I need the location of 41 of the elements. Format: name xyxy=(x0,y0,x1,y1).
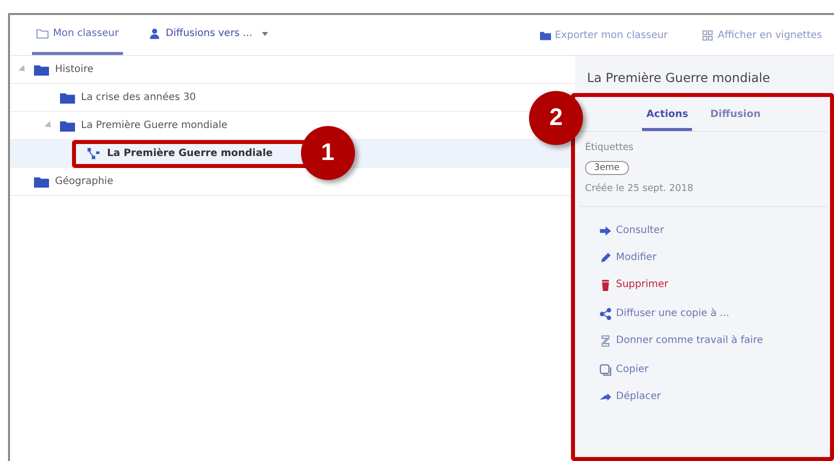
caret-icon xyxy=(262,32,268,36)
created-date: Créée le 25 sept. 2018 xyxy=(585,183,694,194)
action-link[interactable]: Déplacer xyxy=(616,391,661,402)
diagram-icon xyxy=(86,148,101,160)
toolbar-button[interactable]: Exporter mon classeur xyxy=(532,15,674,55)
action-link[interactable]: Copier xyxy=(616,364,648,375)
view-tab[interactable]: Diffusions vers ... xyxy=(144,15,272,55)
tree-item[interactable]: La crise des années 30 xyxy=(81,92,196,103)
action-link[interactable]: Donner comme travail à faire xyxy=(616,335,764,346)
folder-icon xyxy=(36,28,49,39)
action-link[interactable]: Modifier xyxy=(616,252,656,263)
assignment-icon xyxy=(599,334,612,346)
toolbar-button[interactable]: Afficher en vignettes xyxy=(696,15,828,55)
pencil-icon xyxy=(599,252,612,264)
callout-badge: 2 xyxy=(529,91,583,145)
folder-icon xyxy=(34,176,49,188)
panel-tab[interactable]: Diffusion xyxy=(706,99,765,131)
action-link[interactable]: Diffuser une copie à ... xyxy=(616,308,730,319)
tree-item[interactable]: Histoire xyxy=(55,64,94,75)
folder-icon xyxy=(60,92,75,104)
move-icon xyxy=(599,390,612,402)
copy-icon xyxy=(599,364,612,376)
tree-item[interactable]: Géographie xyxy=(55,176,114,187)
view-tab[interactable]: Mon classeur xyxy=(32,15,123,55)
arrow-icon xyxy=(599,224,612,236)
folder-icon xyxy=(60,120,75,132)
tree-item[interactable]: La Première Guerre mondiale xyxy=(107,148,273,159)
folder-icon xyxy=(34,64,49,76)
tag-chip[interactable]: 3eme xyxy=(585,161,629,175)
folder-icon xyxy=(538,30,552,40)
user-icon xyxy=(148,28,162,39)
callout-badge: 1 xyxy=(300,126,355,180)
share-icon xyxy=(599,308,612,320)
trash-icon xyxy=(599,278,612,290)
tree-item[interactable]: La Première Guerre mondiale xyxy=(81,120,228,131)
action-link[interactable]: Supprimer xyxy=(616,279,668,290)
panel-title: La Première Guerre mondiale xyxy=(586,69,772,87)
panel-tab[interactable]: Actions xyxy=(642,99,692,131)
action-link[interactable]: Consulter xyxy=(616,225,664,236)
grid-icon xyxy=(702,30,715,40)
tags-label: Étiquettes xyxy=(585,142,634,153)
